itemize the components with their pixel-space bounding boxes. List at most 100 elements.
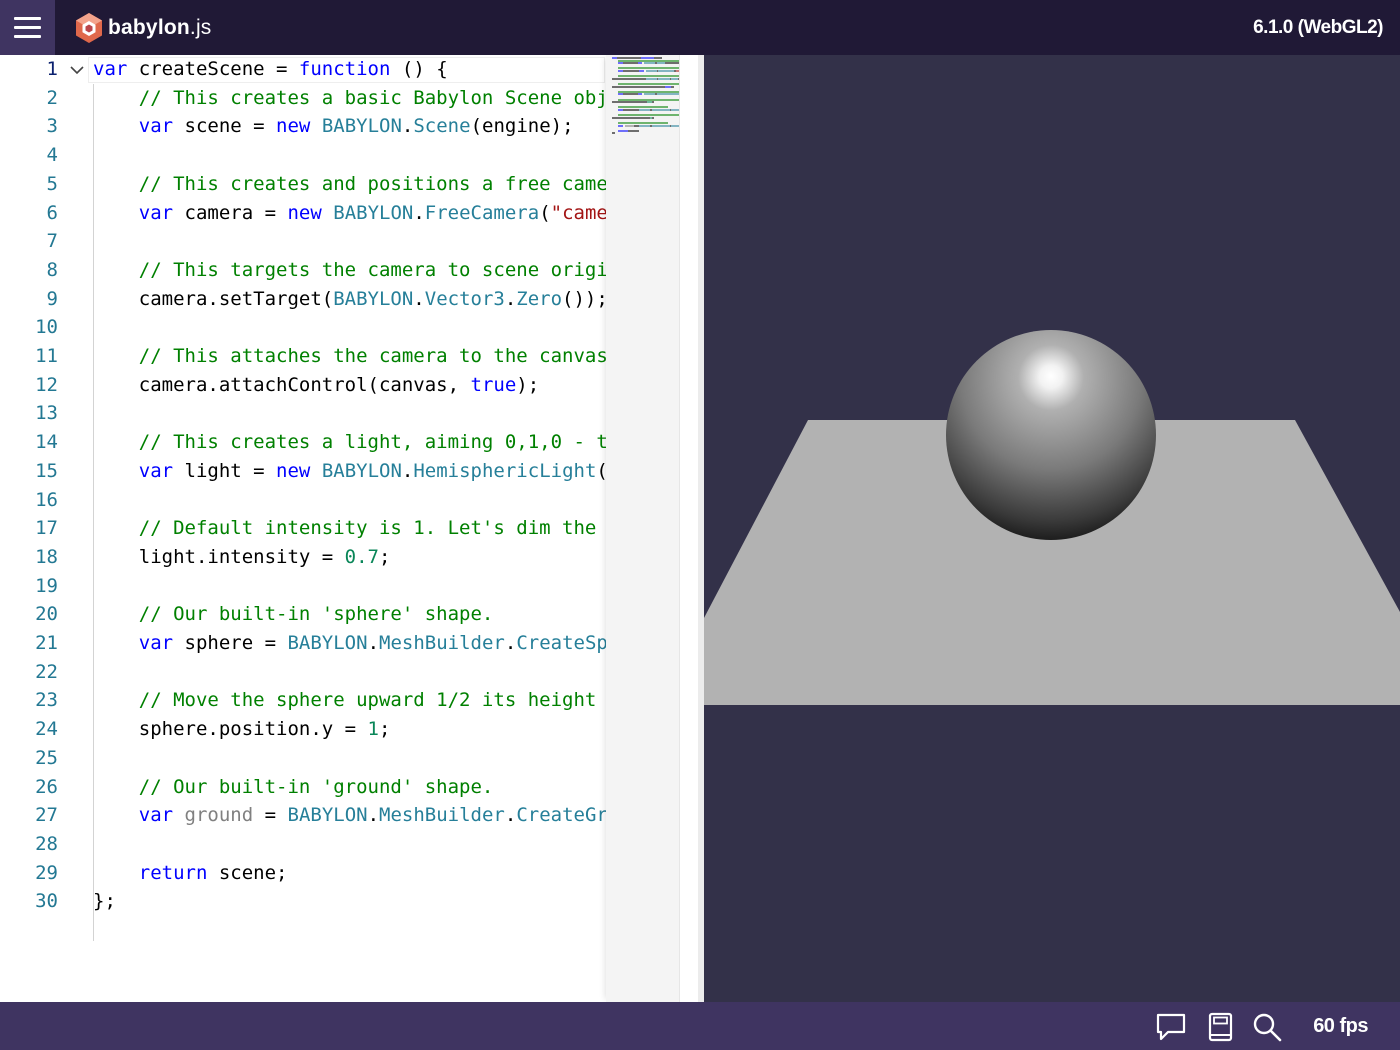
code-token: // This creates a basic Babylon Scene ob… (138, 86, 606, 109)
editor-minimap[interactable] (606, 55, 679, 1002)
minimap-line (644, 93, 656, 96)
code-token: var (138, 632, 174, 654)
book-icon[interactable] (1204, 1011, 1236, 1043)
logo-text: babylon.js (108, 16, 212, 40)
minimap-line (652, 109, 670, 111)
code-token: . (504, 287, 517, 310)
code-token: // This attaches the camera to the canva… (138, 345, 606, 367)
code-token: 1 (367, 718, 379, 741)
minimap-line (645, 70, 657, 72)
minimap-line (664, 62, 679, 65)
minimap-line (612, 77, 646, 80)
code-token: ( (539, 201, 551, 224)
menu-bar-top (14, 17, 41, 20)
code-line: sphere.position.y = 1; (93, 715, 391, 744)
babylon-logo[interactable]: babylon.js (74, 12, 212, 44)
code-text-area[interactable]: var createScene = function () { // This … (93, 55, 606, 1002)
search-icon[interactable] (1251, 1011, 1283, 1043)
code-line: // This attaches the camera to the canva… (93, 342, 606, 371)
logo-brand: babylon (108, 16, 190, 39)
hamburger-menu-button[interactable] (0, 0, 55, 55)
line-number: 10 (35, 316, 58, 339)
code-line: camera.attachControl(canvas, true); (93, 371, 539, 400)
minimap-line (671, 109, 679, 111)
code-token: 0.7 (344, 545, 379, 568)
code-token: var (93, 58, 128, 80)
line-number: 25 (35, 746, 58, 769)
line-number: 30 (35, 890, 58, 913)
minimap-line (656, 62, 665, 65)
code-editor[interactable]: 1 2 3 4 5 6 7 8 9 10 11 12 13 14 15 16 17 18 19 20 21 22 23 24 2… (0, 55, 698, 1002)
code-token: MeshBuilder (379, 804, 505, 827)
top-bar: babylon.js 6.1.0 (WebGL2) (0, 0, 1400, 55)
line-number: 27 (35, 804, 58, 827)
line-number: 14 (35, 431, 58, 454)
code-token: BABYLON (321, 115, 402, 138)
sphere-mesh (946, 330, 1156, 540)
code-token: BABYLON (333, 287, 414, 310)
line-number: 8 (46, 258, 58, 281)
minimap-line (628, 129, 640, 132)
chevron-down-icon[interactable] (68, 60, 86, 80)
minimap-line (623, 70, 640, 72)
code-token: }; (93, 890, 116, 913)
line-number: 2 (46, 86, 58, 109)
code-token: BABYLON (321, 459, 402, 482)
code-token: . (413, 201, 425, 224)
line-number: 26 (35, 775, 58, 798)
code-token: sphere.position.y = (93, 718, 368, 741)
code-line: // This creates a light, aiming 0,1,0 - … (93, 428, 606, 457)
code-token: BABYLON (287, 804, 368, 827)
code-token: sphere = (173, 632, 288, 654)
line-number: 12 (35, 373, 58, 396)
code-token: return (138, 861, 208, 884)
scene-viewport (704, 330, 1400, 705)
minimap-line (639, 70, 644, 72)
footer-bar: 60 fps (0, 1002, 1400, 1050)
minimap-line (637, 93, 643, 96)
minimap-line (652, 116, 654, 119)
line-number: 29 (35, 861, 58, 884)
code-token: . (367, 804, 380, 827)
code-token: createScene = (127, 58, 299, 80)
editor-vertical-scrollbar[interactable] (679, 55, 698, 1002)
code-token: . (504, 632, 517, 654)
line-number: 7 (46, 230, 58, 253)
engine-version[interactable]: 6.1.0 (WebGL2) (1253, 17, 1383, 39)
minimap-line (612, 101, 648, 104)
code-token: light = (173, 459, 277, 482)
line-number: 13 (35, 402, 58, 425)
code-token: ); (516, 373, 540, 396)
code-token: (engine); (470, 115, 574, 138)
code-token: var (138, 459, 174, 482)
line-number: 23 (35, 689, 58, 712)
code-token: . (401, 459, 414, 482)
minimap-line (623, 93, 638, 96)
code-line: // Move the sphere upward 1/2 its height (93, 686, 597, 715)
code-token: . (413, 287, 425, 310)
line-number: 19 (35, 574, 58, 597)
line-number: 21 (35, 632, 58, 654)
code-token: new (287, 201, 322, 224)
code-token: camera.setTarget( (93, 287, 334, 310)
code-token: scene = (173, 115, 277, 138)
code-token: BABYLON (287, 632, 368, 654)
comment-icon[interactable] (1155, 1011, 1187, 1043)
line-number: 1 (46, 58, 58, 80)
line-number: 17 (35, 517, 58, 540)
line-number: 9 (46, 287, 58, 310)
code-line: return scene; (93, 859, 288, 888)
code-token: // Default intensity is 1. Let's dim the (138, 517, 597, 540)
code-token: camera.attachControl(canvas, (93, 373, 471, 396)
render-canvas[interactable] (704, 55, 1400, 1002)
code-token: = (253, 804, 288, 827)
